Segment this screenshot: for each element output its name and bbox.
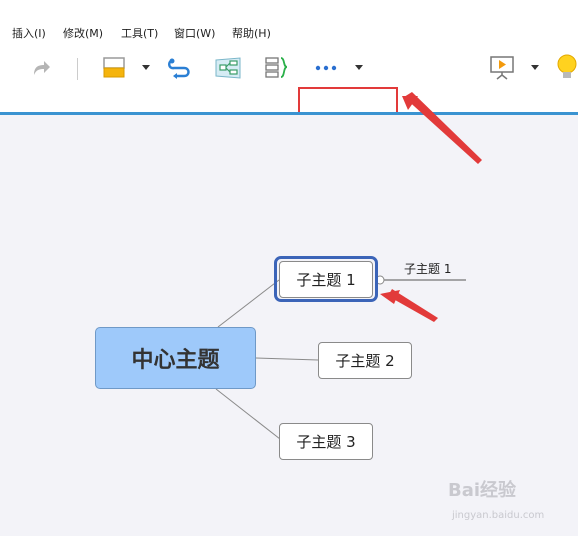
connector-line-1 — [217, 279, 280, 328]
baidu-watermark-url: jingyan.baidu.com — [452, 510, 545, 521]
subtopic-1[interactable]: 子主题 1 — [279, 261, 373, 298]
central-topic[interactable]: 中心主题 — [95, 327, 256, 389]
annotation-arrowhead-topic — [380, 290, 400, 304]
child-topic-1[interactable]: 子主题 1 — [404, 260, 451, 277]
subtopic-2[interactable]: 子主题 2 — [318, 342, 412, 379]
annotation-arrow-toolbar — [404, 92, 482, 164]
baidu-watermark: Bai经验 — [448, 480, 517, 501]
connector-line-3 — [215, 388, 281, 440]
subtopic-3[interactable]: 子主题 3 — [279, 423, 373, 460]
connector-line-2 — [255, 357, 319, 361]
